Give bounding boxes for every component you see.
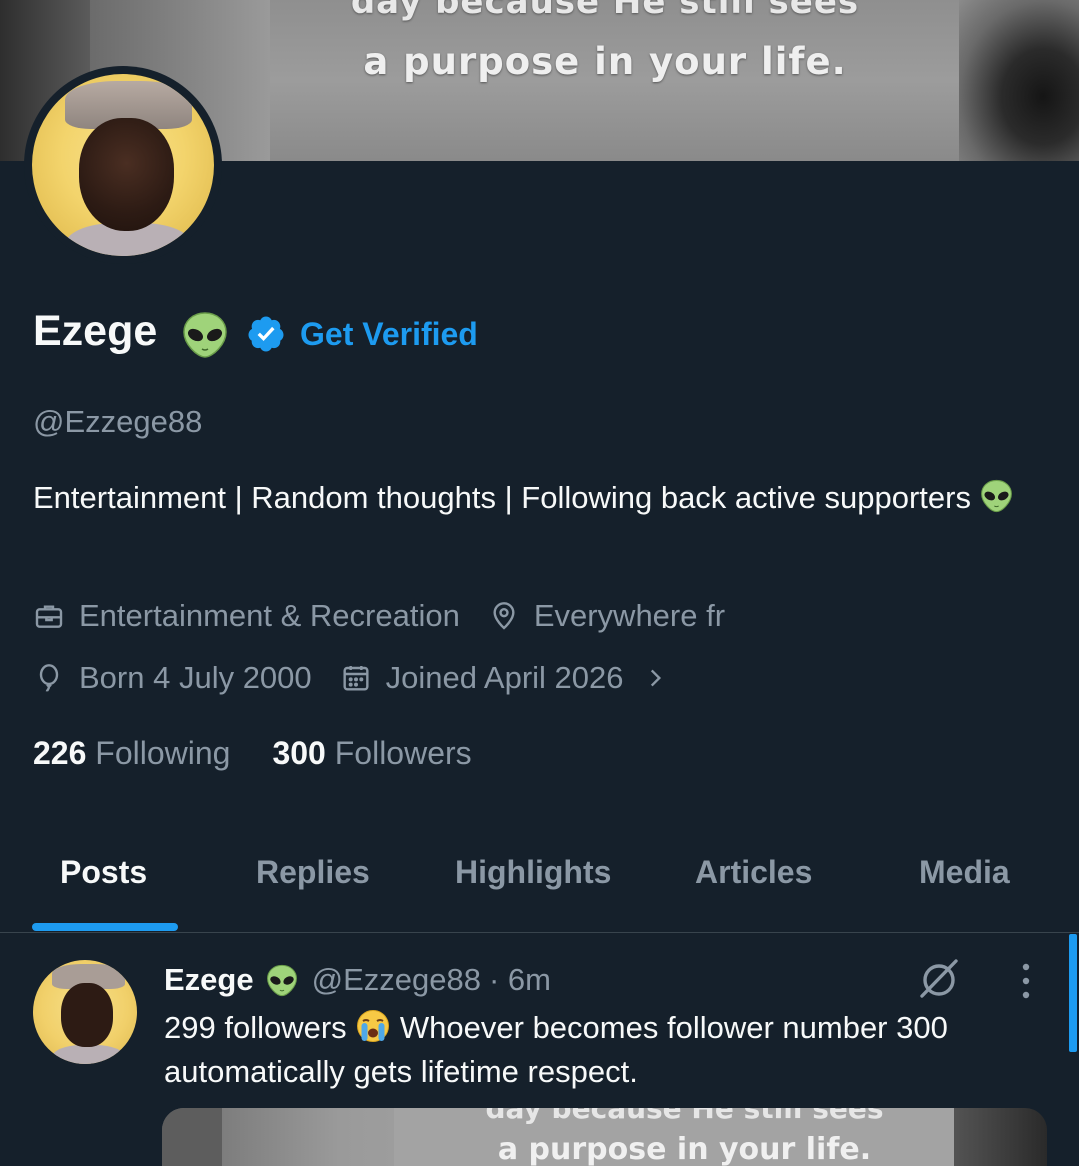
following-count: 226 xyxy=(33,735,87,771)
born-label: Born 4 July 2000 xyxy=(79,660,312,695)
post-header: Ezege @Ezzege88 · 6m xyxy=(164,962,551,998)
grok-icon[interactable] xyxy=(916,956,962,1002)
followers-count: 300 xyxy=(272,735,326,771)
post-timestamp[interactable]: · 6m xyxy=(489,962,551,998)
media-text-line2: a purpose in your life. xyxy=(497,1132,872,1166)
get-verified-link[interactable]: Get Verified xyxy=(300,316,478,353)
post-media-image[interactable]: day because He still sees a purpose in y… xyxy=(162,1108,1047,1166)
followers-label: Followers xyxy=(334,735,472,771)
tab-highlights[interactable]: Highlights xyxy=(455,854,611,891)
post-text: 299 followers Whoever becomes follower n… xyxy=(164,1006,1054,1094)
profile-joined[interactable]: Joined April 2026 xyxy=(340,660,682,696)
profile-handle: @Ezzege88 xyxy=(33,404,203,439)
media-text-line1: day because He still sees xyxy=(485,1108,884,1125)
verified-badge-icon[interactable] xyxy=(246,314,286,354)
profile-born: Born 4 July 2000 xyxy=(33,660,312,696)
post-author-avatar[interactable] xyxy=(33,960,137,1064)
profile-stats: 226 Following 300 Followers xyxy=(33,735,514,772)
alien-emoji-icon xyxy=(980,479,1012,513)
scrollbar-thumb[interactable] xyxy=(1069,934,1077,1052)
calendar-icon xyxy=(343,666,369,691)
avatar-photo xyxy=(32,74,214,256)
following-label: Following xyxy=(95,735,231,771)
banner-text-line1: day because He still sees xyxy=(350,0,860,22)
followers-stat[interactable]: 300 Followers xyxy=(272,735,471,772)
tab-replies[interactable]: Replies xyxy=(256,854,370,891)
active-tab-indicator xyxy=(32,923,178,931)
briefcase-icon xyxy=(35,605,63,628)
category-label: Entertainment & Recreation xyxy=(79,598,460,633)
profile-meta-row-1: Entertainment & Recreation Everywhere fr xyxy=(33,598,753,634)
tab-posts[interactable]: Posts xyxy=(60,854,147,891)
balloon-icon xyxy=(39,664,59,692)
alien-emoji-icon xyxy=(266,964,297,996)
location-pin-icon xyxy=(493,602,515,630)
tab-articles[interactable]: Articles xyxy=(695,854,812,891)
chevron-right-icon[interactable] xyxy=(642,665,668,691)
joined-label: Joined April 2026 xyxy=(385,660,624,695)
more-vertical-icon[interactable] xyxy=(1014,962,1038,1000)
post-author-handle[interactable]: @Ezzege88 xyxy=(312,962,481,998)
profile-avatar[interactable] xyxy=(24,66,222,264)
post-text-part1: 299 followers xyxy=(164,1010,347,1045)
profile-tabs: Posts Replies Highlights Articles Media xyxy=(0,840,1079,933)
profile-bio: Entertainment | Random thoughts | Follow… xyxy=(33,476,1033,520)
bio-text: Entertainment | Random thoughts | Follow… xyxy=(33,480,971,515)
tab-media[interactable]: Media xyxy=(919,854,1010,891)
following-stat[interactable]: 226 Following xyxy=(33,735,230,772)
location-label: Everywhere fr xyxy=(533,598,726,633)
profile-meta-row-2: Born 4 July 2000 Joined April 2026 xyxy=(33,660,710,696)
alien-emoji-icon xyxy=(183,312,227,358)
post-author-name[interactable]: Ezege xyxy=(164,962,254,998)
profile-location: Everywhere fr xyxy=(488,598,725,634)
loudly-crying-face-icon xyxy=(357,1010,390,1042)
profile-category: Entertainment & Recreation xyxy=(33,598,460,634)
profile-name: Ezege xyxy=(33,307,158,355)
